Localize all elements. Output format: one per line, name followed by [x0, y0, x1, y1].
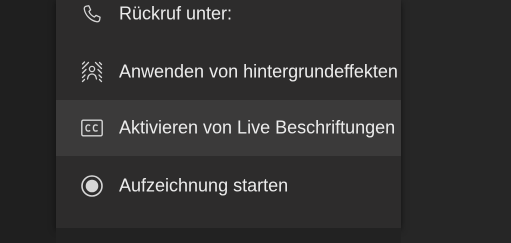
- menu-item-label: Rückruf unter:: [119, 3, 233, 24]
- menu-item-background-effects[interactable]: Anwenden von hintergrundeffekten: [56, 44, 401, 100]
- phone-icon: [80, 2, 104, 26]
- record-icon: [80, 174, 104, 198]
- menu-item-live-captions[interactable]: Aktivieren von Live Beschriftungen: [56, 100, 401, 156]
- side-panel-background: [401, 0, 511, 243]
- menu-item-label: Aktivieren von Live Beschriftungen: [119, 117, 396, 138]
- menu-item-label: Anwenden von hintergrundeffekten: [119, 61, 398, 82]
- background-effects-icon: [80, 60, 104, 84]
- more-actions-menu: Rückruf unter: Anwenden von hintergrunde…: [56, 0, 401, 228]
- menu-item-callback[interactable]: Rückruf unter:: [56, 0, 401, 42]
- menu-item-label: Aufzeichnung starten: [119, 175, 289, 196]
- menu-bottom-edge: [56, 228, 401, 243]
- closed-captions-icon: [80, 116, 104, 140]
- menu-item-start-recording[interactable]: Aufzeichnung starten: [56, 158, 401, 214]
